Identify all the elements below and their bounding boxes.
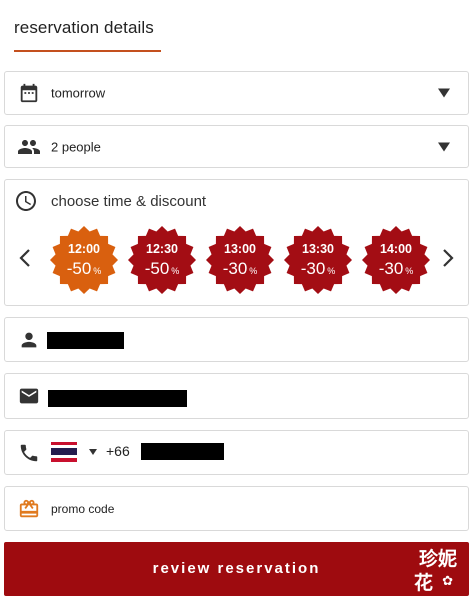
date-select[interactable]: tomorrow bbox=[4, 71, 469, 115]
chevron-left-icon[interactable] bbox=[15, 246, 35, 270]
slot-time: 14:00 bbox=[380, 242, 412, 256]
mail-icon bbox=[17, 384, 41, 408]
redacted-email bbox=[48, 390, 187, 407]
slot-discount-value: -50 bbox=[66, 259, 92, 278]
promo-code-label: promo code bbox=[51, 501, 115, 516]
slot-time: 13:00 bbox=[224, 242, 256, 256]
time-section-title: choose time & discount bbox=[51, 193, 207, 210]
country-dropdown-icon[interactable] bbox=[89, 449, 97, 455]
slot-time: 12:30 bbox=[146, 242, 178, 256]
phone-field[interactable]: +66 bbox=[4, 430, 469, 475]
watermark-line-1: 珍妮 bbox=[418, 548, 457, 570]
slot-discount: -30% bbox=[283, 259, 353, 279]
time-slot-list: 12:00 -50% 12:30 -50% 13:00 -30% 13:30 -… bbox=[49, 225, 431, 295]
time-slot[interactable]: 12:30 -50% bbox=[127, 225, 197, 295]
slot-time: 13:30 bbox=[302, 242, 334, 256]
slot-discount-value: -30 bbox=[222, 259, 248, 278]
slot-discount-value: -50 bbox=[144, 259, 170, 278]
watermark-line-2: 花 bbox=[413, 572, 433, 594]
review-reservation-button[interactable]: review reservation 珍妮 花 ✿ bbox=[4, 542, 469, 596]
slot-discount-value: -30 bbox=[378, 259, 404, 278]
redacted-phone bbox=[141, 443, 224, 460]
flower-icon: ✿ bbox=[442, 574, 453, 589]
time-slot[interactable]: 13:30 -30% bbox=[283, 225, 353, 295]
slot-discount-unit: % bbox=[171, 266, 180, 276]
chevron-down-icon bbox=[438, 142, 450, 151]
slot-discount-unit: % bbox=[405, 266, 414, 276]
time-discount-panel: choose time & discount 12:00 -50% 12:30 … bbox=[4, 179, 469, 306]
slot-discount-unit: % bbox=[249, 266, 258, 276]
calendar-icon bbox=[17, 81, 41, 105]
email-field[interactable] bbox=[4, 373, 469, 419]
slot-discount: -50% bbox=[127, 259, 197, 279]
watermark-logo: 珍妮 花 ✿ bbox=[401, 542, 463, 596]
chevron-down-icon bbox=[438, 88, 450, 98]
chevron-right-icon[interactable] bbox=[438, 246, 458, 270]
slot-time: 12:00 bbox=[68, 242, 100, 256]
slot-discount: -30% bbox=[205, 259, 275, 279]
people-select[interactable]: 2 people bbox=[4, 125, 469, 168]
redacted-name bbox=[47, 332, 124, 349]
thailand-flag[interactable] bbox=[51, 442, 77, 462]
gift-icon bbox=[17, 497, 41, 521]
slot-discount-unit: % bbox=[93, 266, 102, 276]
slot-discount-unit: % bbox=[327, 266, 336, 276]
review-reservation-label: review reservation bbox=[152, 560, 321, 577]
slot-discount: -30% bbox=[361, 259, 431, 279]
slot-discount: -50% bbox=[49, 259, 119, 279]
people-icon bbox=[17, 135, 41, 159]
page-title: reservation details bbox=[14, 18, 154, 37]
country-code: +66 bbox=[106, 443, 130, 459]
section-header: reservation details bbox=[14, 18, 154, 38]
phone-icon bbox=[17, 441, 41, 465]
promo-code-row[interactable]: promo code bbox=[4, 486, 469, 531]
date-value: tomorrow bbox=[51, 85, 106, 101]
time-slot[interactable]: 13:00 -30% bbox=[205, 225, 275, 295]
title-underline bbox=[14, 50, 161, 52]
name-field[interactable] bbox=[4, 317, 469, 362]
people-value: 2 people bbox=[51, 139, 101, 154]
time-slot[interactable]: 14:00 -30% bbox=[361, 225, 431, 295]
person-icon bbox=[17, 328, 41, 352]
clock-icon bbox=[14, 189, 38, 213]
time-slot[interactable]: 12:00 -50% bbox=[49, 225, 119, 295]
slot-discount-value: -30 bbox=[300, 259, 326, 278]
